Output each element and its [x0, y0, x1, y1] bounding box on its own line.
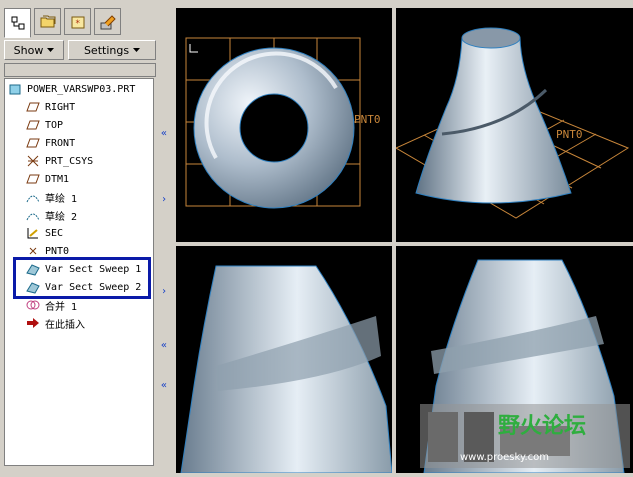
watermark-title: 野火论坛: [498, 414, 587, 439]
tree-item-sec[interactable]: SEC: [25, 224, 63, 242]
tree-item-label: SEC: [45, 227, 64, 239]
iso-view-graphics: PNT0: [394, 27, 630, 219]
section-icon: [25, 225, 41, 241]
part-icon: [7, 81, 23, 97]
chevron-down-icon: [47, 47, 55, 52]
tree-item-label: 草绘 2: [45, 211, 78, 223]
insert-arrow-icon: [25, 315, 41, 331]
tree-item-label: 在此插入: [45, 319, 85, 331]
sketch-icon: [25, 189, 41, 205]
svg-text:*: *: [75, 19, 80, 29]
datum-plane-icon: [25, 135, 41, 151]
tree-item-right[interactable]: RIGHT: [25, 98, 75, 116]
favorites-icon: *: [71, 16, 84, 29]
csys-marker: [189, 44, 198, 53]
tab-favorites[interactable]: *: [64, 8, 91, 35]
splitter-arrow-icon: «: [161, 340, 168, 351]
forum-watermark: 野火论坛 www.proesky.com: [420, 404, 630, 468]
splitter-arrow-icon: ›: [161, 286, 168, 297]
tab-connections[interactable]: [94, 8, 121, 35]
tree-item-prt-csys[interactable]: PRT_CSYS: [25, 152, 93, 170]
tab-folder-browser[interactable]: [34, 8, 61, 35]
tree-item-top[interactable]: TOP: [25, 116, 63, 134]
tree-item-label: PRT_CSYS: [45, 155, 94, 167]
show-button-label: Show: [13, 43, 44, 57]
top-view-graphics: PNT0: [185, 37, 381, 209]
tree-toolbar: Show Settings: [4, 40, 156, 60]
pnt0-label: PNT0: [556, 128, 583, 141]
viewport-top-view[interactable]: PNT0: [176, 8, 392, 242]
tree-item-label: FRONT: [45, 137, 76, 149]
tree-item-sketch-2[interactable]: 草绘 2: [25, 206, 77, 224]
sweep-highlight-box: [13, 257, 151, 299]
csys-icon: [25, 153, 41, 169]
tree-item-sketch-1[interactable]: 草绘 1: [25, 188, 77, 206]
front-view-graphics: [180, 265, 393, 474]
tree-root-label: POWER_VARSWP03.PRT: [27, 83, 136, 95]
tree-item-label: RIGHT: [45, 101, 76, 113]
settings-button-label: Settings: [83, 43, 130, 57]
donut-hole: [239, 93, 309, 163]
model-tree-icon: [11, 16, 24, 30]
folder-icon: [40, 15, 55, 27]
tree-root[interactable]: POWER_VARSWP03.PRT: [7, 80, 135, 98]
tab-model-tree[interactable]: [4, 8, 31, 38]
tree-filter-bar: [4, 63, 156, 77]
viewport-iso-view[interactable]: PNT0: [394, 8, 633, 242]
tree-item-label: TOP: [45, 119, 64, 131]
tree-item-dtm1[interactable]: DTM1: [25, 170, 69, 188]
show-button[interactable]: Show: [4, 40, 64, 60]
sketch-icon: [25, 207, 41, 223]
splitter-arrow-icon: «: [161, 380, 168, 391]
panel-splitter[interactable]: « › › « «: [158, 0, 176, 473]
viewport-front-view[interactable]: [176, 246, 393, 474]
tree-item-label: PNT0: [45, 245, 70, 257]
settings-button[interactable]: Settings: [68, 40, 156, 60]
watermark-url: www.proesky.com: [460, 452, 549, 463]
tree-item-label: DTM1: [45, 173, 70, 185]
bell-top-opening: [461, 27, 521, 49]
tree-item-label: 草绘 1: [45, 193, 78, 205]
panel-tabs: *: [4, 8, 154, 38]
splitter-arrow-icon: «: [161, 128, 168, 139]
bell-body: [415, 37, 572, 204]
datum-plane-icon: [25, 171, 41, 187]
datum-plane-icon: [25, 99, 41, 115]
merge-icon: [25, 297, 41, 313]
tree-item-insert-here[interactable]: 在此插入: [25, 314, 85, 332]
chevron-down-icon: [133, 47, 141, 52]
tree-item-front[interactable]: FRONT: [25, 134, 75, 152]
splitter-arrow-icon: ›: [161, 194, 168, 205]
tree-item-label: 合并 1: [45, 301, 78, 313]
model-tree-panel: * Show Settings POWER_VARSWP03.PRT RIGHT…: [0, 0, 165, 473]
connections-icon: [100, 14, 116, 29]
datum-plane-icon: [25, 117, 41, 133]
pnt0-label: PNT0: [354, 113, 381, 126]
